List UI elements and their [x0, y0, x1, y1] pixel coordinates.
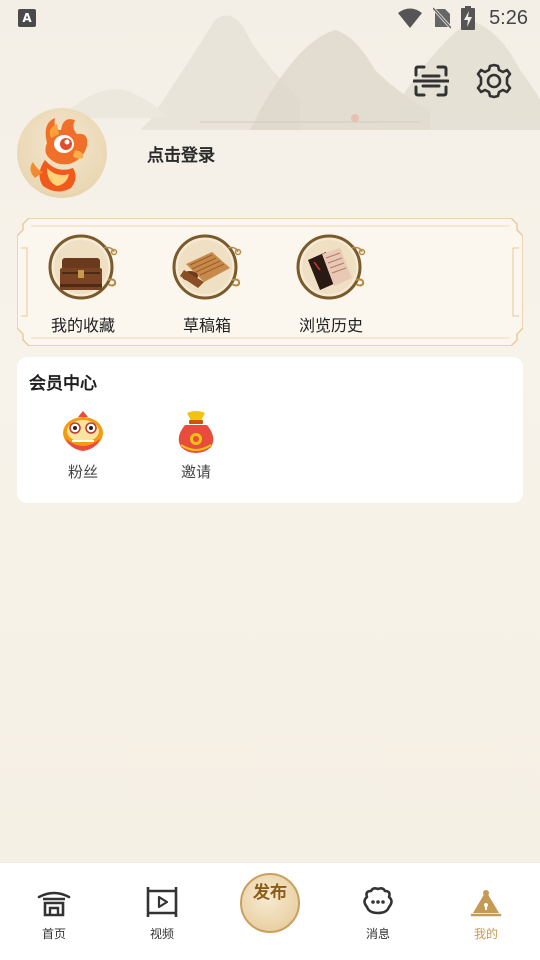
status-bar: A 5:26 [0, 0, 540, 36]
member-item-label: 粉丝 [67, 463, 98, 481]
treasure-chest-icon [48, 234, 118, 304]
scroll-icon [172, 234, 242, 304]
nav-home[interactable]: 首页 [14, 885, 94, 942]
login-prompt[interactable]: 点击登录 [147, 141, 215, 166]
profile-mountain-icon [469, 885, 503, 919]
publish-button[interactable]: 发布 [240, 873, 300, 933]
bottom-navigation: 首页 视频 发布 消息 我的 [0, 862, 540, 960]
message-cloud-icon [361, 885, 395, 919]
status-time: 5:26 [489, 6, 528, 29]
member-item-invite[interactable]: 邀请 [156, 409, 236, 482]
quick-link-label: 浏览历史 [298, 316, 363, 335]
battery-charging-icon [461, 6, 476, 30]
quick-link-label: 我的收藏 [50, 316, 115, 335]
member-item-fans[interactable]: 粉丝 [43, 409, 123, 482]
nav-video[interactable]: 视频 [122, 885, 202, 942]
publish-label: 发布 [253, 883, 287, 903]
app-notification-icon: A [18, 9, 36, 27]
quick-link-label: 草稿箱 [182, 316, 231, 335]
lucky-bag-icon [173, 409, 219, 455]
quick-link-history[interactable]: 浏览历史 [286, 234, 376, 336]
nav-messages[interactable]: 消息 [338, 885, 418, 942]
member-center-title: 会员中心 [29, 374, 97, 394]
nav-label: 我的 [473, 927, 498, 941]
gear-icon [476, 63, 512, 99]
video-frame-icon [145, 885, 179, 919]
quick-links-card: 我的收藏 草稿箱 浏览历史 [17, 218, 523, 346]
dragon-mascot-icon [30, 118, 88, 192]
member-item-label: 邀请 [180, 463, 211, 481]
member-center-card: 会员中心 粉丝 邀请 [17, 357, 523, 503]
quick-link-drafts[interactable]: 草稿箱 [162, 234, 252, 336]
nav-label: 首页 [41, 927, 66, 941]
nav-profile[interactable]: 我的 [446, 885, 526, 942]
lion-dance-icon [60, 409, 106, 455]
wifi-icon [398, 8, 423, 28]
scan-icon [413, 65, 449, 97]
quick-link-favorites[interactable]: 我的收藏 [38, 234, 128, 336]
scan-button[interactable] [412, 62, 450, 100]
settings-button[interactable] [475, 62, 513, 100]
nav-label: 视频 [149, 927, 174, 941]
nav-label: 消息 [365, 927, 390, 941]
home-pavilion-icon [37, 885, 71, 919]
status-icons: 5:26 [397, 6, 528, 30]
avatar[interactable] [17, 108, 107, 198]
no-sim-icon [433, 7, 452, 29]
book-icon [296, 234, 366, 304]
